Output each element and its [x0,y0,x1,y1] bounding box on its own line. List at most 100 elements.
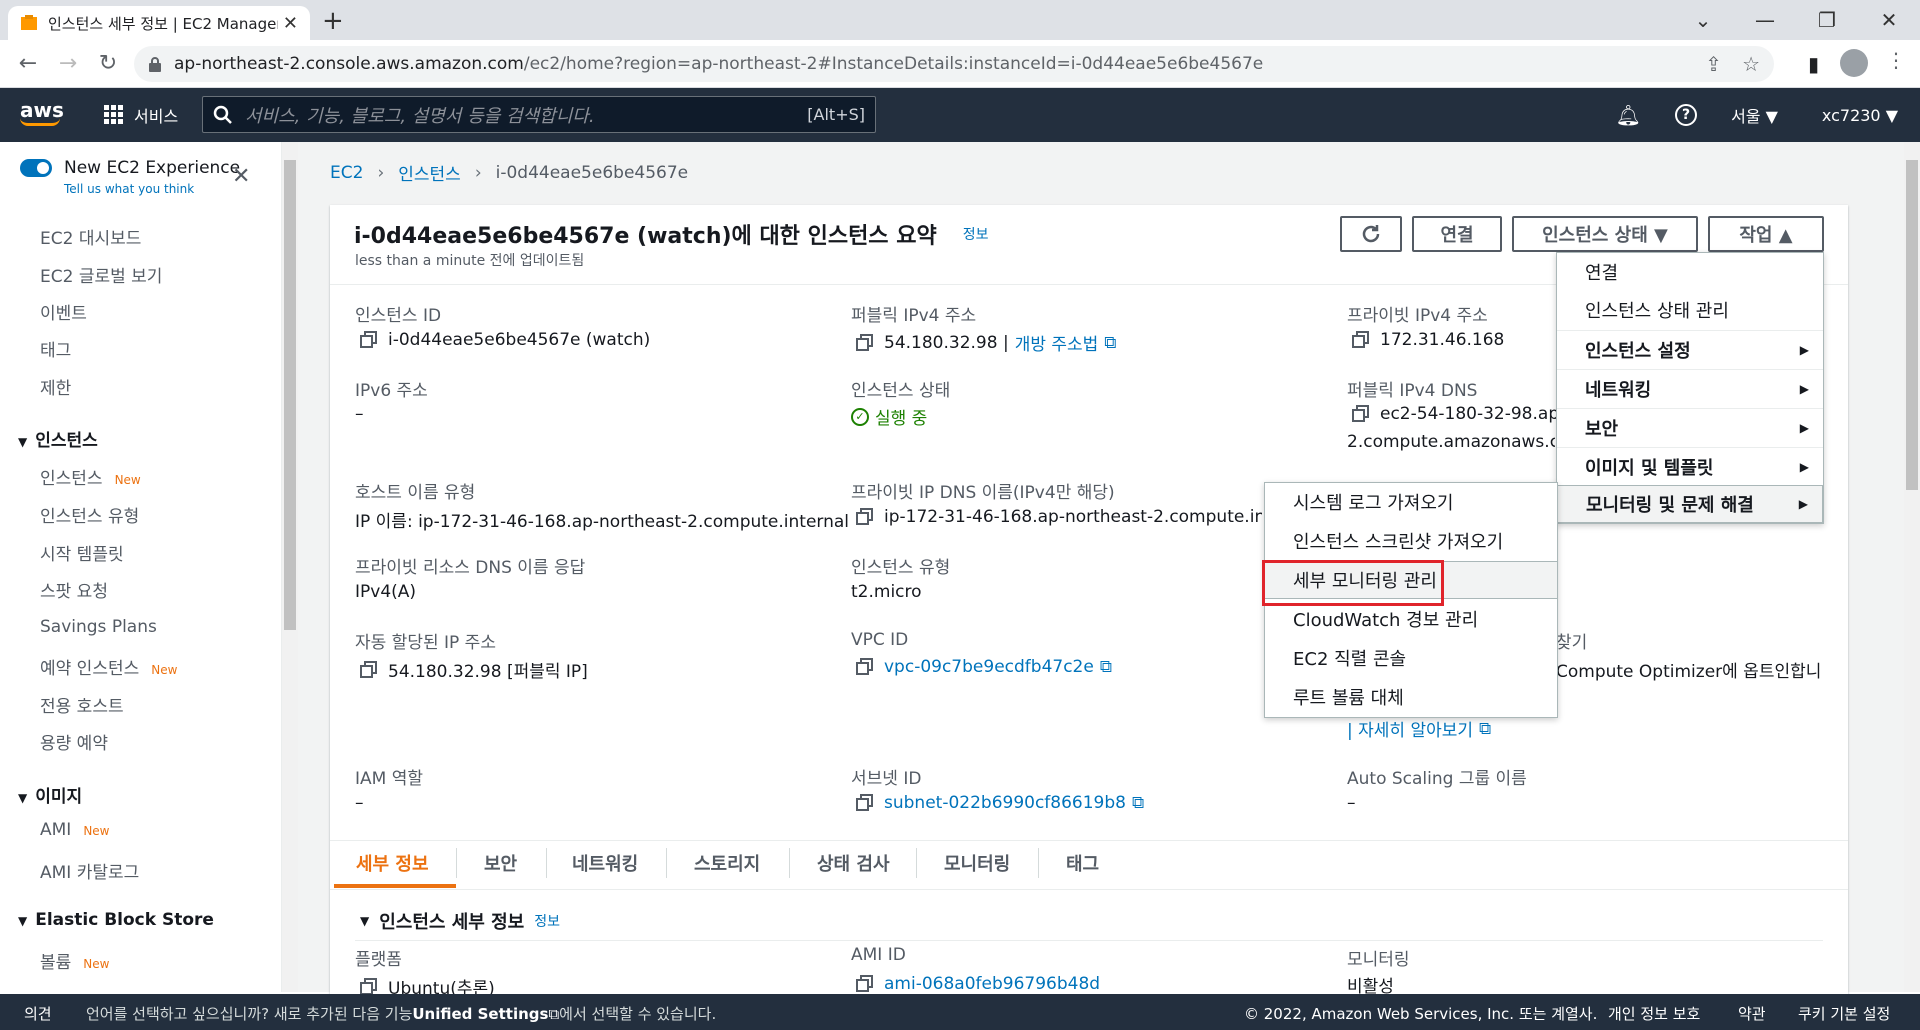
new-experience-toggle[interactable]: New EC2 Experience [20,158,240,178]
cookie-link[interactable]: 쿠키 기본 설정 [1798,1003,1890,1024]
sidebar-item-events[interactable]: 이벤트 [40,299,87,324]
notifications-bell-icon[interactable]: 🔔︎ [1616,103,1641,127]
menu-item-manage-state[interactable]: 인스턴스 상태 관리 [1557,291,1823,329]
sidebar-item-spot-requests[interactable]: 스팟 요청 [40,577,108,602]
copy-icon[interactable] [856,794,874,812]
browser-tab[interactable]: 인스턴스 세부 정보 | EC2 Management ✕ [8,6,310,40]
copy-icon[interactable] [360,331,378,349]
actions-button[interactable]: 작업 ▲ [1708,216,1824,252]
menu-item-monitor-troubleshoot[interactable]: 모니터링 및 문제 해결 ▶ [1557,485,1823,523]
sidebar-item-limits[interactable]: 제한 [40,374,71,399]
copy-icon[interactable] [856,508,874,526]
back-icon[interactable]: ← [8,51,48,76]
tab-tags[interactable]: 태그 [1066,850,1099,876]
vpc-link[interactable]: vpc-09c7be9ecdfb47c2e [884,657,1094,677]
aws-logo[interactable]: aws [20,98,64,126]
side-panel-icon[interactable]: ▮ [1808,52,1819,76]
tab-networking[interactable]: 네트워킹 [572,850,638,876]
bookmark-star-icon[interactable]: ☆ [1742,52,1760,76]
sidebar-item-tags[interactable]: 태그 [40,336,71,361]
sidebar-item-capacity[interactable]: 용량 예약 [40,729,108,754]
close-window-icon[interactable]: ✕ [1858,8,1920,32]
connect-button[interactable]: 연결 [1412,216,1502,252]
sidebar-item-volumes[interactable]: 볼륨 New [40,948,109,973]
menu-item-images-templates[interactable]: 이미지 및 템플릿 ▶ [1557,448,1823,486]
sidebar-item-instance-types[interactable]: 인스턴스 유형 [40,502,139,527]
info-link[interactable]: 정보 [534,911,560,931]
region-selector[interactable]: 서울 ▼ [1731,103,1778,127]
feedback-link[interactable]: 의견 [24,1003,52,1024]
help-icon[interactable]: ? [1675,104,1698,126]
breadcrumb-current: i-0d44eae5e6be4567e [495,162,689,183]
menu-item-instance-settings[interactable]: 인스턴스 설정 ▶ [1557,331,1823,369]
submenu-item-serial-console[interactable]: EC2 직렬 콘솔 [1265,639,1557,677]
chrome-menu-icon[interactable]: ⋮ [1886,48,1906,72]
sidebar-item-instances[interactable]: 인스턴스 New [40,464,141,489]
open-address-link[interactable]: 개방 주소법 [1015,330,1099,355]
menu-item-connect[interactable]: 연결 [1557,253,1823,291]
reload-icon[interactable]: ↻ [88,51,128,76]
tab-security[interactable]: 보안 [484,850,517,876]
toggle-switch[interactable] [20,159,52,177]
sidebar-item-savings-plans[interactable]: Savings Plans [40,617,157,637]
sidebar-item-dedicated-hosts[interactable]: 전용 호스트 [40,692,124,717]
submenu-item-screenshot[interactable]: 인스턴스 스크린샷 가져오기 [1265,522,1557,560]
profile-avatar[interactable] [1840,49,1868,77]
new-tab-icon[interactable]: + [322,6,344,36]
forward-icon[interactable]: → [48,51,88,76]
maximize-icon[interactable]: ❐ [1796,8,1858,32]
share-icon[interactable]: ⇪ [1705,52,1722,76]
aws-search-input[interactable]: 서비스, 기능, 블로그, 설명서 등을 검색합니다. [Alt+S] [202,96,876,133]
copy-icon[interactable] [856,975,874,993]
sidebar-section-ebs[interactable]: ▼ Elastic Block Store [18,910,214,930]
close-tab-icon[interactable]: ✕ [283,13,298,34]
copy-icon[interactable] [856,333,874,352]
info-link[interactable]: 정보 [963,224,989,244]
sidebar-item-dashboard[interactable]: EC2 대시보드 [40,224,141,249]
services-menu[interactable]: 서비스 [104,88,178,142]
terms-link[interactable]: 약관 [1738,1003,1766,1024]
sidebar-item-ami[interactable]: AMI New [40,820,110,840]
menu-item-security[interactable]: 보안 ▶ [1557,409,1823,447]
private-ipv4-value: 172.31.46.168 [1352,330,1504,350]
tab-monitoring[interactable]: 모니터링 [944,850,1010,876]
divider [355,940,1823,941]
copy-icon[interactable] [1352,405,1370,423]
breadcrumb-instances[interactable]: 인스턴스 [398,160,461,185]
tab-storage[interactable]: 스토리지 [694,850,760,876]
section-title: 인스턴스 세부 정보 [379,912,525,933]
ami-link[interactable]: ami-068a0feb96796b48d [884,974,1100,994]
unified-settings-link[interactable]: Unified Settings [412,1005,548,1023]
learn-more-link[interactable]: | 자세히 알아보기 [1347,716,1473,741]
feedback-link[interactable]: Tell us what you think [64,182,194,196]
sidebar-item-launch-templates[interactable]: 시작 템플릿 [40,540,124,565]
sidebar-scroll-thumb[interactable] [284,160,296,630]
tab-search-icon[interactable]: ⌄ [1672,8,1734,32]
refresh-button[interactable] [1340,216,1402,252]
privacy-link[interactable]: 개인 정보 보호 [1608,1003,1700,1024]
copy-icon[interactable] [360,660,378,679]
details-section-header[interactable]: ▼ 인스턴스 세부 정보 정보 [360,908,560,934]
submenu-item-replace-root-volume[interactable]: 루트 볼륨 대체 [1265,678,1557,716]
tab-status-checks[interactable]: 상태 검사 [817,850,890,876]
close-sidebar-icon[interactable]: ✕ [232,164,250,189]
copy-icon[interactable] [1352,331,1370,349]
main-scroll-thumb[interactable] [1906,160,1918,490]
instance-state-button[interactable]: 인스턴스 상태 ▼ [1512,216,1698,252]
menu-item-networking[interactable]: 네트워킹 ▶ [1557,370,1823,408]
breadcrumb-ec2[interactable]: EC2 [330,163,363,183]
submenu-item-system-log[interactable]: 시스템 로그 가져오기 [1265,483,1557,521]
sidebar-item-global-view[interactable]: EC2 글로벌 보기 [40,262,162,287]
tab-details[interactable]: 세부 정보 [356,850,429,876]
sidebar-section-instances[interactable]: ▼ 인스턴스 [18,426,98,451]
sidebar-section-images[interactable]: ▼ 이미지 [18,782,82,807]
address-bar[interactable]: ap-northeast-2.console.aws.amazon.com/ec… [134,46,1774,82]
account-menu[interactable]: xc7230 ▼ [1822,106,1898,125]
public-dns-value: ec2-54-180-32-98.ap- [1352,404,1565,424]
sidebar-item-reserved[interactable]: 예약 인스턴스 New [40,654,177,679]
subnet-link[interactable]: subnet-022b6990cf86619b8 [884,793,1126,813]
sidebar-item-ami-catalog[interactable]: AMI 카탈로그 [40,858,139,883]
minimize-icon[interactable]: — [1734,8,1796,32]
copy-icon[interactable] [360,977,378,996]
copy-icon[interactable] [856,658,874,676]
